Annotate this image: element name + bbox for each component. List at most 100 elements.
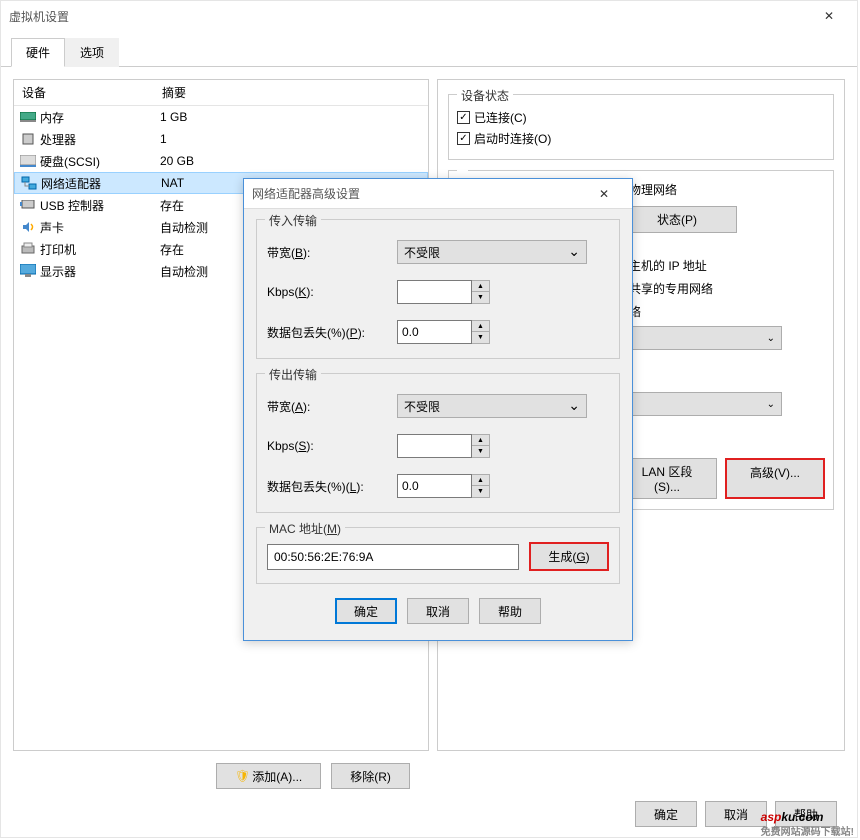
spin-down-icon[interactable]: ▼ [472, 446, 489, 457]
sound-icon [18, 219, 38, 235]
kbps-out-spinner[interactable]: ▲▼ [397, 434, 490, 458]
device-status-group: 设备状态 ✓ 已连接(C) ✓ 启动时连接(O) [448, 94, 834, 160]
mac-title: MAC 地址(M) [265, 520, 345, 537]
bandwidth-out-val: 不受限 [404, 398, 440, 415]
checkbox-icon: ✓ [457, 111, 470, 124]
device-label: 处理器 [40, 131, 160, 148]
bandwidth-out-label: 带宽(A): [267, 398, 397, 415]
main-titlebar: 虚拟机设置 ✕ [1, 1, 857, 31]
spin-down-icon[interactable]: ▼ [472, 332, 489, 343]
bandwidth-in-select[interactable]: 不受限 [397, 240, 587, 264]
remove-button[interactable]: 移除(R) [331, 763, 410, 789]
lan-segment-select[interactable]: ⌄ [617, 392, 782, 416]
add-remove-row: 🛡添加(A)... 移除(R) [216, 763, 410, 789]
connect-at-power-row[interactable]: ✓ 启动时连接(O) [457, 130, 825, 147]
device-summary: 20 GB [160, 154, 424, 168]
device-row-memory[interactable]: 内存 1 GB [14, 106, 428, 128]
bandwidth-in-val: 不受限 [404, 244, 440, 261]
device-row-hdd[interactable]: 硬盘(SCSI) 20 GB [14, 150, 428, 172]
network-icon [19, 175, 39, 191]
device-row-cpu[interactable]: 处理器 1 [14, 128, 428, 150]
header-summary: 摘要 [162, 84, 186, 101]
checkbox-icon: ✓ [457, 132, 470, 145]
connected-checkbox-row[interactable]: ✓ 已连接(C) [457, 109, 825, 126]
main-ok-button[interactable]: 确定 [635, 801, 697, 827]
main-title: 虚拟机设置 [9, 8, 809, 25]
outgoing-title: 传出传输 [265, 366, 321, 383]
dialog-title: 网络适配器高级设置 [252, 185, 584, 202]
device-label: 硬盘(SCSI) [40, 153, 160, 170]
add-label: 添加(A)... [252, 768, 302, 785]
usb-icon [18, 197, 38, 213]
connect-at-power-label: 启动时连接(O) [474, 130, 551, 147]
spin-up-icon[interactable]: ▲ [472, 321, 489, 332]
printer-icon [18, 241, 38, 257]
replicate-state-button[interactable]: 状态(P) [617, 206, 737, 233]
loss-out-label: 数据包丢失(%)(L): [267, 478, 397, 495]
loss-out-spinner[interactable]: ▲▼ [397, 474, 490, 498]
loss-out-input[interactable] [397, 474, 472, 498]
wm-sub: 免费网站源码下载站! [761, 823, 854, 838]
device-label: 网络适配器 [41, 175, 161, 192]
loss-in-label: 数据包丢失(%)(P): [267, 324, 397, 341]
spin-up-icon[interactable]: ▲ [472, 435, 489, 446]
loss-in-spinner[interactable]: ▲▼ [397, 320, 490, 344]
generate-button[interactable]: 生成(G) [529, 542, 609, 571]
watermark: aspku.com 免费网站源码下载站! [761, 804, 854, 838]
device-label: 显示器 [40, 263, 160, 280]
device-label: USB 控制器 [40, 197, 160, 214]
spin-down-icon[interactable]: ▼ [472, 486, 489, 497]
tab-hardware[interactable]: 硬件 [11, 38, 65, 67]
spin-up-icon[interactable]: ▲ [472, 281, 489, 292]
cpu-icon [18, 131, 38, 147]
advanced-button[interactable]: 高级(V)... [725, 458, 825, 499]
mac-group: MAC 地址(M) 生成(G) [256, 527, 620, 584]
kbps-in-label: Kbps(K): [267, 285, 397, 299]
custom-network-select[interactable]: ⌄ [617, 326, 782, 350]
spin-up-icon[interactable]: ▲ [472, 475, 489, 486]
mac-input[interactable] [267, 544, 519, 570]
kbps-in-spinner[interactable]: ▲▼ [397, 280, 490, 304]
spin-down-icon[interactable]: ▼ [472, 292, 489, 303]
display-icon [18, 263, 38, 279]
device-label: 声卡 [40, 219, 160, 236]
main-cancel-button[interactable]: 取消 [705, 801, 767, 827]
kbps-out-input[interactable] [397, 434, 472, 458]
bridged-partial: 接物理网络 [617, 181, 825, 198]
bandwidth-out-select[interactable]: 不受限 [397, 394, 587, 418]
incoming-group: 传入传输 带宽(B): 不受限 Kbps(K): ▲▼ 数据包丢失(%)(P):… [256, 219, 620, 359]
close-icon[interactable]: ✕ [809, 1, 849, 31]
wm-asp: asp [761, 810, 782, 824]
device-header: 设备 摘要 [14, 80, 428, 106]
dialog-titlebar: 网络适配器高级设置 ✕ [244, 179, 632, 209]
shield-icon: 🛡 [235, 769, 250, 783]
header-device: 设备 [22, 84, 162, 101]
connected-label: 已连接(C) [474, 109, 527, 126]
add-button[interactable]: 🛡添加(A)... [216, 763, 321, 789]
kbps-out-label: Kbps(S): [267, 439, 397, 453]
status-title: 设备状态 [457, 87, 513, 104]
wm-com: .com [795, 810, 823, 824]
device-summary: 1 [160, 132, 424, 146]
device-label: 内存 [40, 109, 160, 126]
dialog-cancel-button[interactable]: 取消 [407, 598, 469, 624]
hdd-icon [18, 153, 38, 169]
net-label-partial: 网络 [617, 303, 825, 320]
incoming-title: 传入传输 [265, 212, 321, 229]
kbps-in-input[interactable] [397, 280, 472, 304]
tabs: 硬件 选项 [1, 31, 857, 67]
ram-icon [18, 109, 38, 125]
wm-ku: ku [781, 810, 795, 824]
device-summary: 1 GB [160, 110, 424, 124]
bandwidth-in-label: 带宽(B): [267, 244, 397, 261]
tab-options[interactable]: 选项 [65, 38, 119, 67]
hostonly-partial: 机共享的专用网络 [617, 280, 825, 297]
advanced-settings-dialog: 网络适配器高级设置 ✕ 传入传输 带宽(B): 不受限 Kbps(K): ▲▼ … [243, 178, 633, 641]
loss-in-input[interactable] [397, 320, 472, 344]
net-title [457, 163, 468, 177]
dialog-help-button[interactable]: 帮助 [479, 598, 541, 624]
dialog-ok-button[interactable]: 确定 [335, 598, 397, 624]
nat-partial: 享主机的 IP 地址 [617, 257, 825, 274]
close-icon[interactable]: ✕ [584, 179, 624, 209]
dialog-content: 传入传输 带宽(B): 不受限 Kbps(K): ▲▼ 数据包丢失(%)(P):… [244, 209, 632, 640]
